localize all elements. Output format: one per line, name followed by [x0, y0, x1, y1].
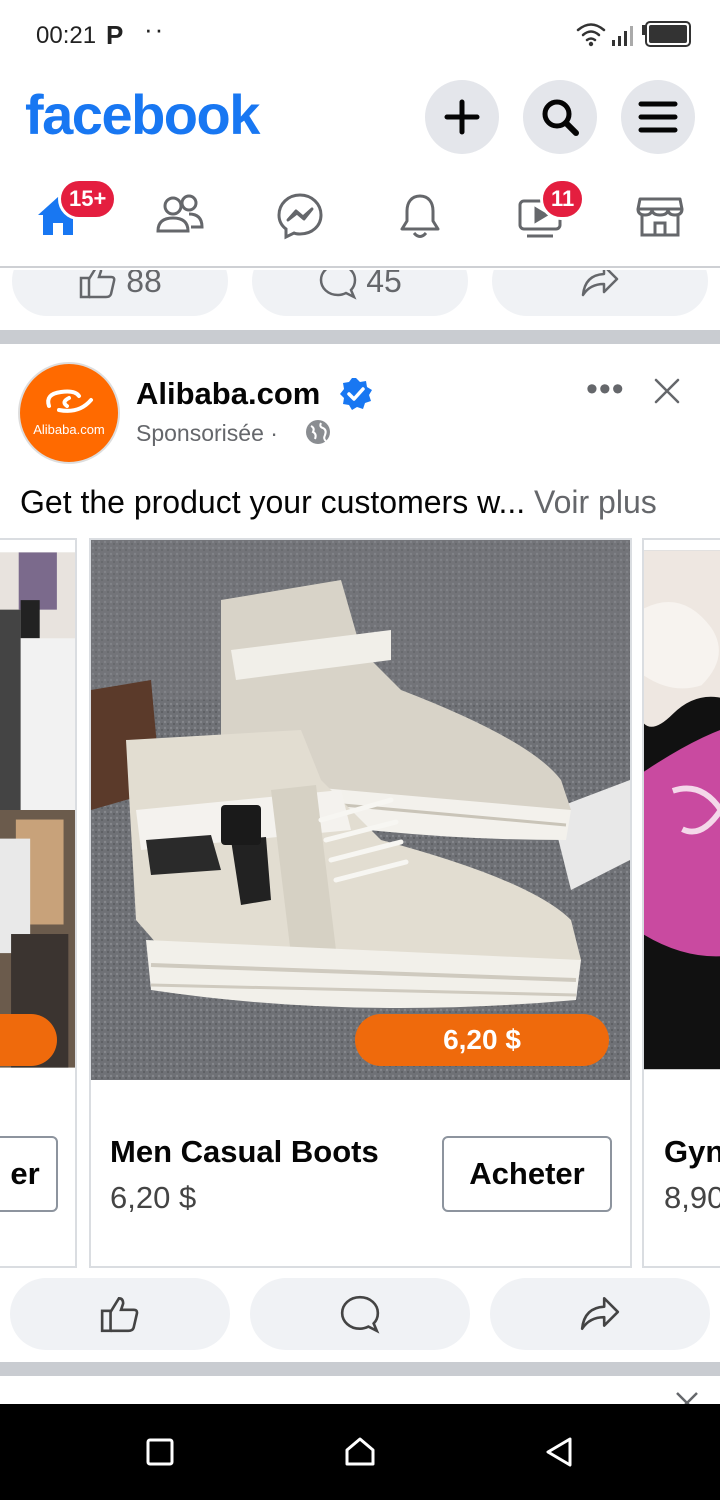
- avatar-label: Alibaba.com: [33, 422, 105, 437]
- main-nav: 15+ 11: [0, 168, 720, 268]
- hamburger-icon: [638, 101, 678, 133]
- back-icon[interactable]: [544, 1436, 574, 1468]
- create-button[interactable]: [425, 80, 499, 154]
- bell-icon: [400, 194, 440, 238]
- buy-button[interactable]: Acheter: [442, 1136, 612, 1212]
- author-name[interactable]: Alibaba.com: [136, 376, 320, 412]
- product-title: Gyn: [664, 1134, 720, 1169]
- facebook-logo[interactable]: facebook: [25, 82, 260, 147]
- status-time: 00:21: [36, 22, 97, 49]
- home-badge: 15+: [58, 178, 118, 220]
- messenger-icon: [277, 193, 323, 240]
- see-more-link[interactable]: Voir plus: [534, 484, 657, 520]
- tab-notifications[interactable]: [390, 186, 450, 246]
- post-separator: [0, 330, 720, 344]
- menu-button[interactable]: [621, 80, 695, 154]
- close-icon: [676, 1392, 698, 1404]
- comment-icon: [340, 1295, 380, 1334]
- verified-badge-icon: [338, 376, 374, 417]
- product-price: 6,20 $: [110, 1180, 197, 1215]
- carousel-card-next[interactable]: Gyn 8,90: [642, 538, 720, 1268]
- post-body: Get the product your customers w...: [20, 484, 526, 520]
- close-icon[interactable]: [652, 376, 682, 411]
- product-image-boots: [91, 540, 630, 1080]
- comment-button[interactable]: [250, 1278, 470, 1350]
- post-text: Get the product your customers w... Voir…: [20, 484, 657, 521]
- carousel-card[interactable]: 6,20 $ Men Casual Boots 6,20 $ Acheter: [89, 538, 632, 1268]
- battery-icon: [642, 21, 691, 47]
- share-icon: [581, 270, 619, 297]
- marketplace-icon: [636, 197, 684, 237]
- avatar[interactable]: Alibaba.com: [18, 362, 120, 464]
- more-notifications-icon: ··: [144, 14, 166, 44]
- status-bar: 00:21 P ··: [0, 0, 720, 72]
- search-button[interactable]: [523, 80, 597, 154]
- next-post-peek: [0, 1376, 720, 1404]
- search-icon: [542, 99, 579, 136]
- home-nav-icon[interactable]: [344, 1436, 376, 1468]
- comment-count-button[interactable]: 45: [252, 270, 468, 316]
- price-tag: 6,20 $: [355, 1014, 609, 1066]
- product-price: 8,90: [664, 1180, 720, 1215]
- system-icons: [576, 20, 696, 55]
- price-tag: [0, 1014, 57, 1066]
- product-image: [0, 552, 75, 1068]
- tab-marketplace[interactable]: [630, 186, 690, 246]
- comment-icon: [319, 270, 357, 300]
- share-button[interactable]: [490, 1278, 710, 1350]
- plus-icon: [444, 99, 480, 135]
- post-separator: [0, 1362, 720, 1376]
- share-button-prev[interactable]: [492, 270, 708, 316]
- thumbs-up-icon: [100, 1296, 139, 1333]
- system-nav-bar: [0, 1404, 720, 1500]
- comment-count: 45: [366, 270, 402, 299]
- notification-p-icon: P: [106, 20, 124, 50]
- like-button[interactable]: [10, 1278, 230, 1350]
- prev-post-actions: 88 45: [0, 270, 720, 318]
- like-count-button[interactable]: 88: [12, 270, 228, 316]
- wifi-icon: [576, 23, 606, 42]
- buy-label: er: [10, 1156, 40, 1191]
- app-header: facebook: [0, 72, 720, 162]
- tab-friends[interactable]: [150, 186, 210, 246]
- more-options-icon[interactable]: •••: [586, 370, 625, 409]
- product-title: Men Casual Boots: [110, 1134, 379, 1169]
- tab-messenger[interactable]: [270, 186, 330, 246]
- signal-icon: [612, 26, 633, 46]
- watch-badge: 11: [540, 178, 586, 220]
- share-icon: [580, 1296, 620, 1331]
- globe-icon: [304, 418, 332, 451]
- buy-button[interactable]: er: [0, 1136, 58, 1212]
- carousel-card-prev[interactable]: er: [0, 538, 77, 1268]
- sponsored-label: Sponsorisée ·: [136, 420, 278, 446]
- recent-apps-icon[interactable]: [146, 1438, 174, 1466]
- product-image: [644, 550, 720, 1070]
- friends-icon: [156, 194, 204, 233]
- thumbs-up-icon: [79, 270, 116, 299]
- like-count: 88: [126, 270, 162, 299]
